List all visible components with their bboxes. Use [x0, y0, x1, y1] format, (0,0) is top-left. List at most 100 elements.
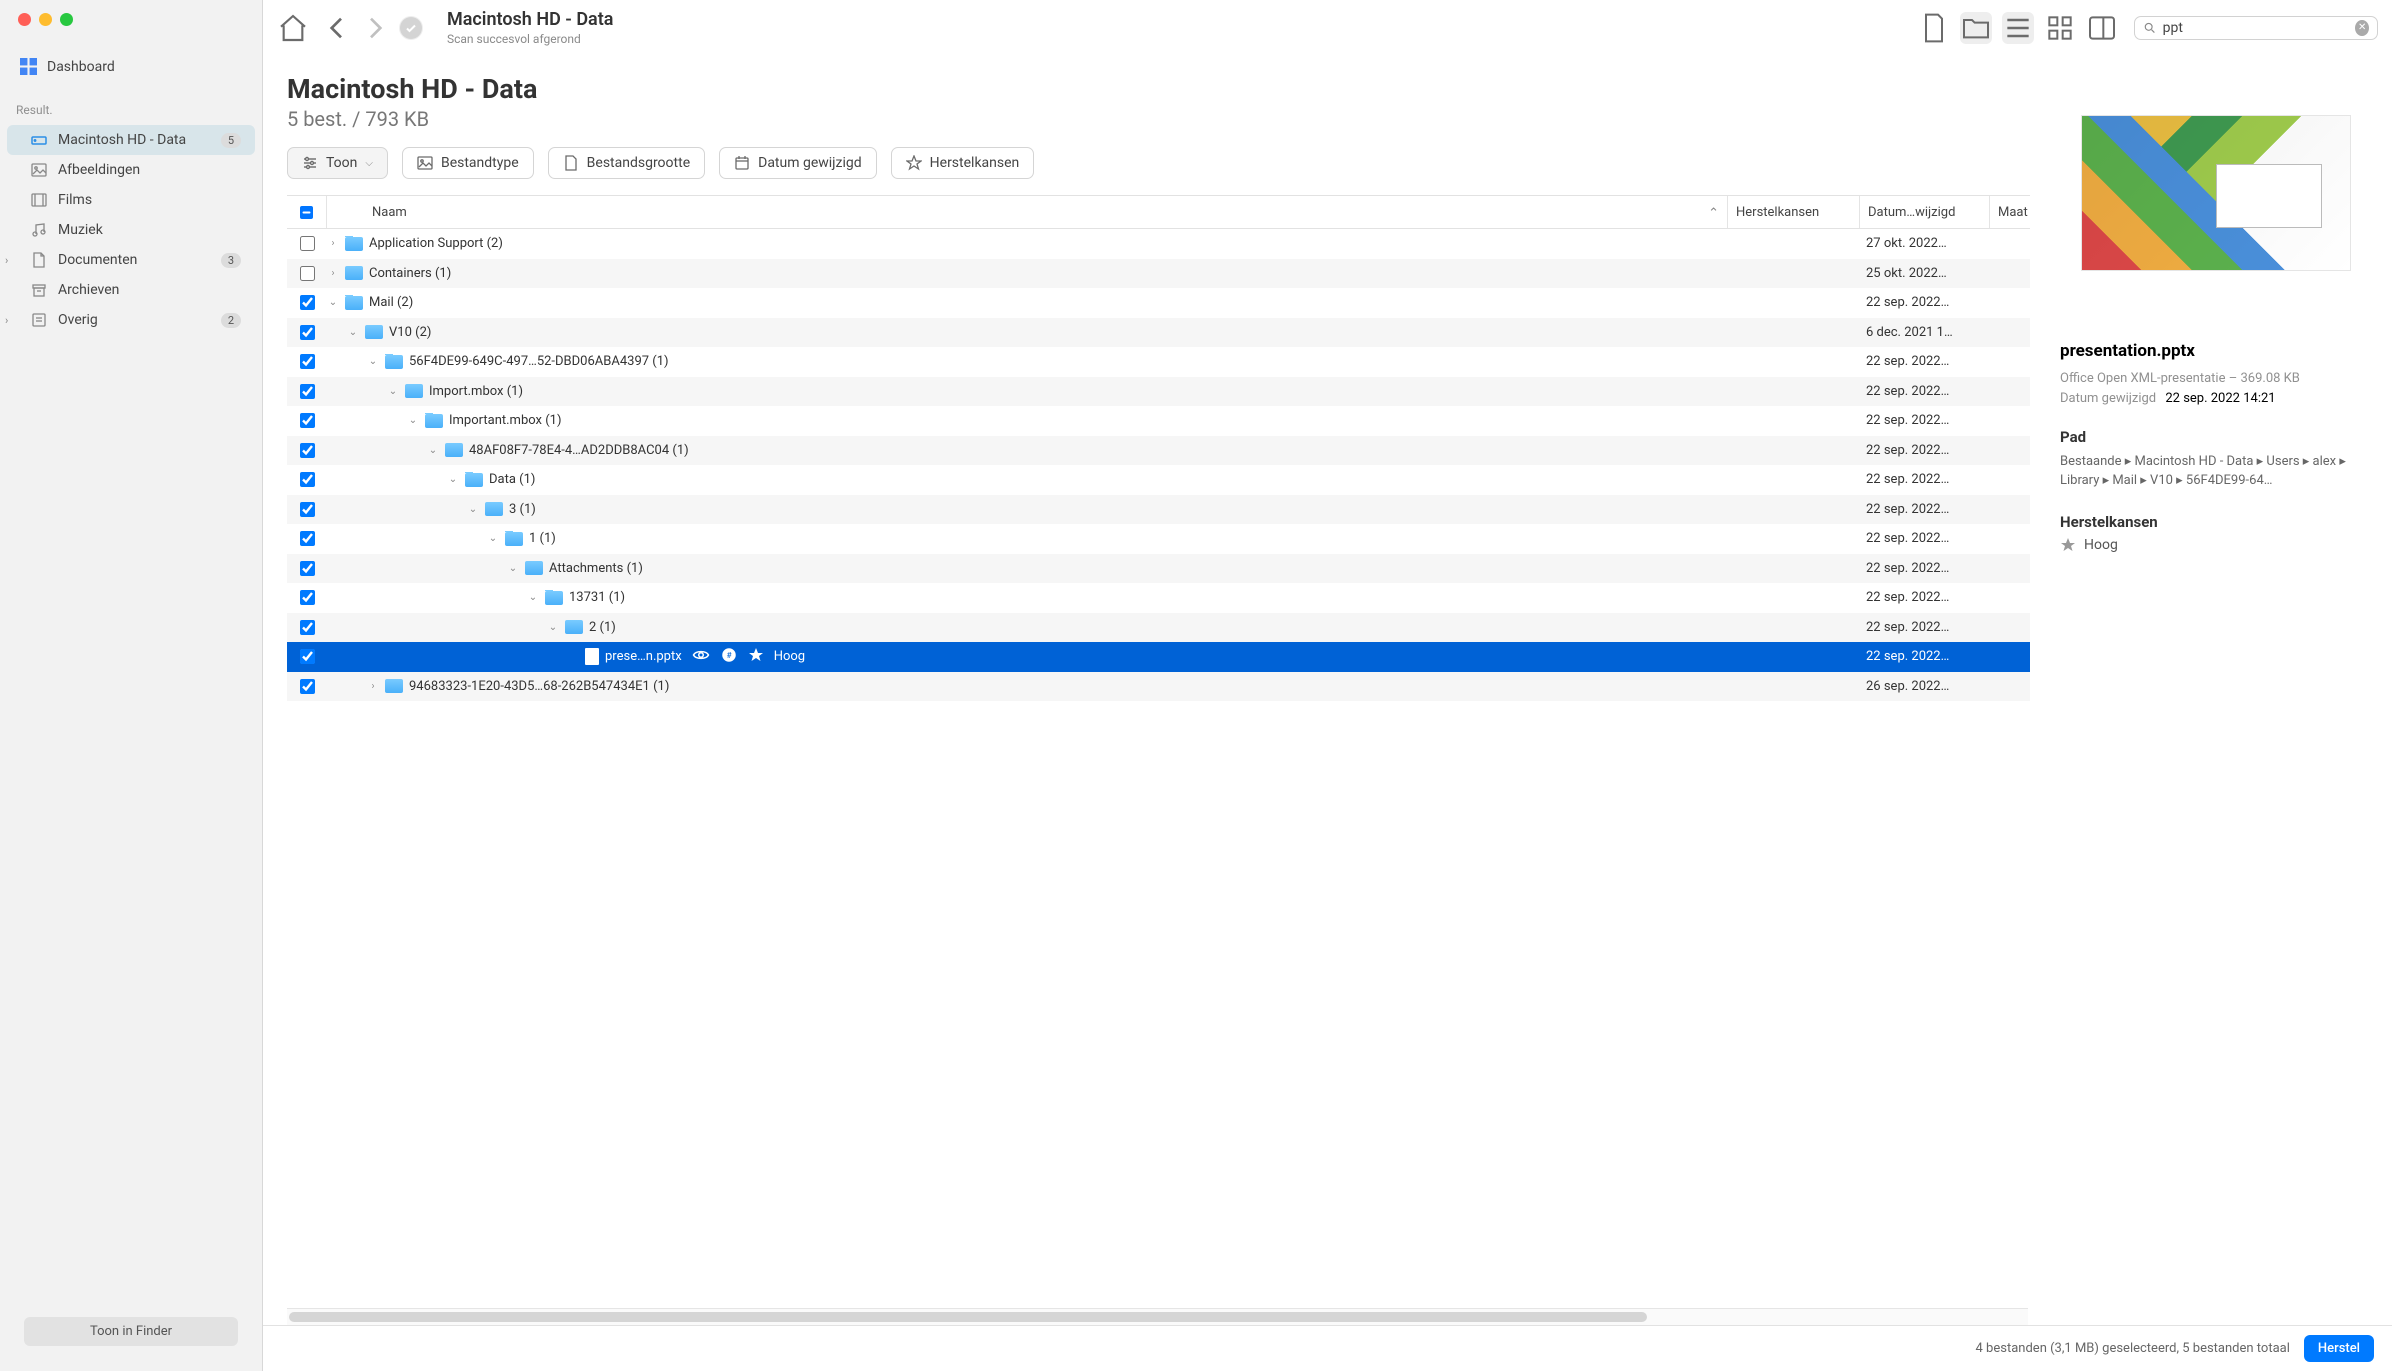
show-in-finder-button[interactable]: Toon in Finder [24, 1317, 238, 1346]
preview-icon[interactable] [692, 646, 710, 668]
sidebar-item-documents[interactable]: › Documenten 3 [7, 245, 255, 275]
clear-search-button[interactable]: ✕ [2355, 20, 2369, 36]
table-row[interactable]: ⌄Attachments (1)22 sep. 2022… [287, 554, 2030, 584]
minimize-window-button[interactable] [39, 13, 52, 26]
chevron-down-icon[interactable]: ⌄ [407, 415, 419, 426]
date-cell: 22 sep. 2022… [1860, 590, 2030, 605]
chevron-right-icon[interactable]: › [327, 238, 339, 249]
column-date[interactable]: Datum…wijzigd [1860, 196, 1990, 228]
search-field[interactable]: ✕ [2134, 16, 2378, 40]
grid-view-button[interactable] [2044, 12, 2076, 44]
row-checkbox[interactable] [287, 413, 327, 428]
chevron-down-icon[interactable]: ⌄ [527, 592, 539, 603]
column-name[interactable]: Naam [327, 196, 1728, 228]
sidebar-item-other[interactable]: › Overig 2 [7, 305, 255, 335]
file-name: Important.mbox (1) [449, 413, 562, 428]
row-checkbox[interactable] [287, 531, 327, 546]
table-row[interactable]: ⌄2 (1)22 sep. 2022… [287, 613, 2030, 643]
table-row[interactable]: prese…n.pptx#Hoog22 sep. 2022… [287, 642, 2030, 672]
sidebar-item-archives[interactable]: Archieven [7, 275, 255, 305]
row-checkbox[interactable] [287, 266, 327, 281]
sidebar-item-music[interactable]: Muziek [7, 215, 255, 245]
sidebar-item-images[interactable]: Afbeeldingen [7, 155, 255, 185]
chevron-down-icon[interactable]: ⌄ [387, 386, 399, 397]
row-checkbox[interactable] [287, 620, 327, 635]
chevron-down-icon[interactable]: ⌄ [327, 297, 339, 308]
chevron-down-icon[interactable]: ⌄ [347, 327, 359, 338]
table-row[interactable]: ›94683323-1E20-43D5…68-262B547434E1 (1)2… [287, 672, 2030, 702]
table-row[interactable]: ⌄13731 (1)22 sep. 2022… [287, 583, 2030, 613]
hex-icon[interactable]: # [720, 646, 738, 668]
horizontal-scrollbar[interactable] [287, 1308, 2028, 1325]
count-badge: 2 [221, 313, 241, 328]
chevron-down-icon[interactable]: ⌄ [467, 504, 479, 515]
folder-icon [485, 502, 503, 516]
chevron-right-icon[interactable]: › [327, 268, 339, 279]
table-row[interactable]: ⌄1 (1)22 sep. 2022… [287, 524, 2030, 554]
status-bar: 4 bestanden (3,1 MB) geselecteerd, 5 bes… [263, 1325, 2392, 1371]
filter-filesize[interactable]: Bestandsgrootte [548, 147, 705, 179]
close-window-button[interactable] [18, 13, 31, 26]
column-recovery[interactable]: Herstelkansen [1728, 196, 1860, 228]
row-checkbox[interactable] [287, 354, 327, 369]
filter-toon[interactable]: Toon ⌵ [287, 147, 388, 179]
dashboard-button[interactable]: Dashboard [0, 50, 262, 83]
table-row[interactable]: ⌄Import.mbox (1)22 sep. 2022… [287, 377, 2030, 407]
scan-status-icon[interactable] [399, 16, 423, 40]
search-input[interactable] [2163, 20, 2356, 36]
row-checkbox[interactable] [287, 443, 327, 458]
filter-date[interactable]: Datum gewijzigd [719, 147, 877, 179]
recover-button[interactable]: Herstel [2304, 1335, 2374, 1362]
folder-icon [405, 384, 423, 398]
row-checkbox[interactable] [287, 295, 327, 310]
detail-date-value: 22 sep. 2022 14:21 [2165, 391, 2275, 406]
date-cell: 6 dec. 2021 1… [1860, 325, 2030, 340]
chevron-down-icon[interactable]: ⌄ [507, 563, 519, 574]
file-view-button[interactable] [1918, 12, 1950, 44]
row-checkbox[interactable] [287, 590, 327, 605]
chevron-down-icon[interactable]: ⌄ [547, 622, 559, 633]
table-row[interactable]: ⌄Important.mbox (1)22 sep. 2022… [287, 406, 2030, 436]
file-name: prese…n.pptx [605, 649, 682, 664]
chevron-down-icon[interactable]: ⌄ [447, 474, 459, 485]
row-checkbox[interactable] [287, 236, 327, 251]
chevron-down-icon[interactable]: ⌄ [367, 356, 379, 367]
sidebar-item-drive[interactable]: Macintosh HD - Data 5 [7, 125, 255, 155]
sidebar-item-films[interactable]: Films [7, 185, 255, 215]
chevron-right-icon: › [5, 314, 17, 327]
chevron-down-icon[interactable]: ⌄ [487, 533, 499, 544]
row-checkbox[interactable] [287, 472, 327, 487]
panel-view-button[interactable] [2086, 12, 2118, 44]
table-row[interactable]: ⌄56F4DE99-649C-497…52-DBD06ABA4397 (1)22… [287, 347, 2030, 377]
row-checkbox[interactable] [287, 502, 327, 517]
forward-button[interactable] [359, 12, 391, 44]
home-button[interactable] [277, 12, 309, 44]
table-row[interactable]: ⌄48AF08F7-78E4-4…AD2DDB8AC04 (1)22 sep. … [287, 436, 2030, 466]
name-cell: ⌄3 (1) [327, 502, 1860, 517]
scrollbar-thumb[interactable] [289, 1312, 1647, 1322]
table-row[interactable]: ⌄Data (1)22 sep. 2022… [287, 465, 2030, 495]
svg-text:#: # [726, 651, 731, 661]
table-row[interactable]: ⌄V10 (2)6 dec. 2021 1… [287, 318, 2030, 348]
row-checkbox[interactable] [287, 561, 327, 576]
table-row[interactable]: ⌄Mail (2)22 sep. 2022… [287, 288, 2030, 318]
filter-filetype[interactable]: Bestandtype [402, 147, 534, 179]
table-row[interactable]: ›Application Support (2)27 okt. 2022… [287, 229, 2030, 259]
fullscreen-window-button[interactable] [60, 13, 73, 26]
select-all-checkbox[interactable] [287, 196, 327, 228]
list-view-button[interactable] [2002, 12, 2034, 44]
table-row[interactable]: ›Containers (1)25 okt. 2022… [287, 259, 2030, 289]
row-checkbox[interactable] [287, 679, 327, 694]
row-checkbox[interactable] [287, 649, 327, 664]
back-button[interactable] [321, 12, 353, 44]
filter-recovery[interactable]: Herstelkansen [891, 147, 1035, 179]
folder-view-button[interactable] [1960, 12, 1992, 44]
chevron-right-icon[interactable]: › [367, 681, 379, 692]
chevron-down-icon[interactable]: ⌄ [427, 445, 439, 456]
image-icon [417, 155, 433, 171]
folder-icon [505, 532, 523, 546]
row-checkbox[interactable] [287, 325, 327, 340]
column-size[interactable]: Maat [1990, 196, 2030, 228]
table-row[interactable]: ⌄3 (1)22 sep. 2022… [287, 495, 2030, 525]
row-checkbox[interactable] [287, 384, 327, 399]
